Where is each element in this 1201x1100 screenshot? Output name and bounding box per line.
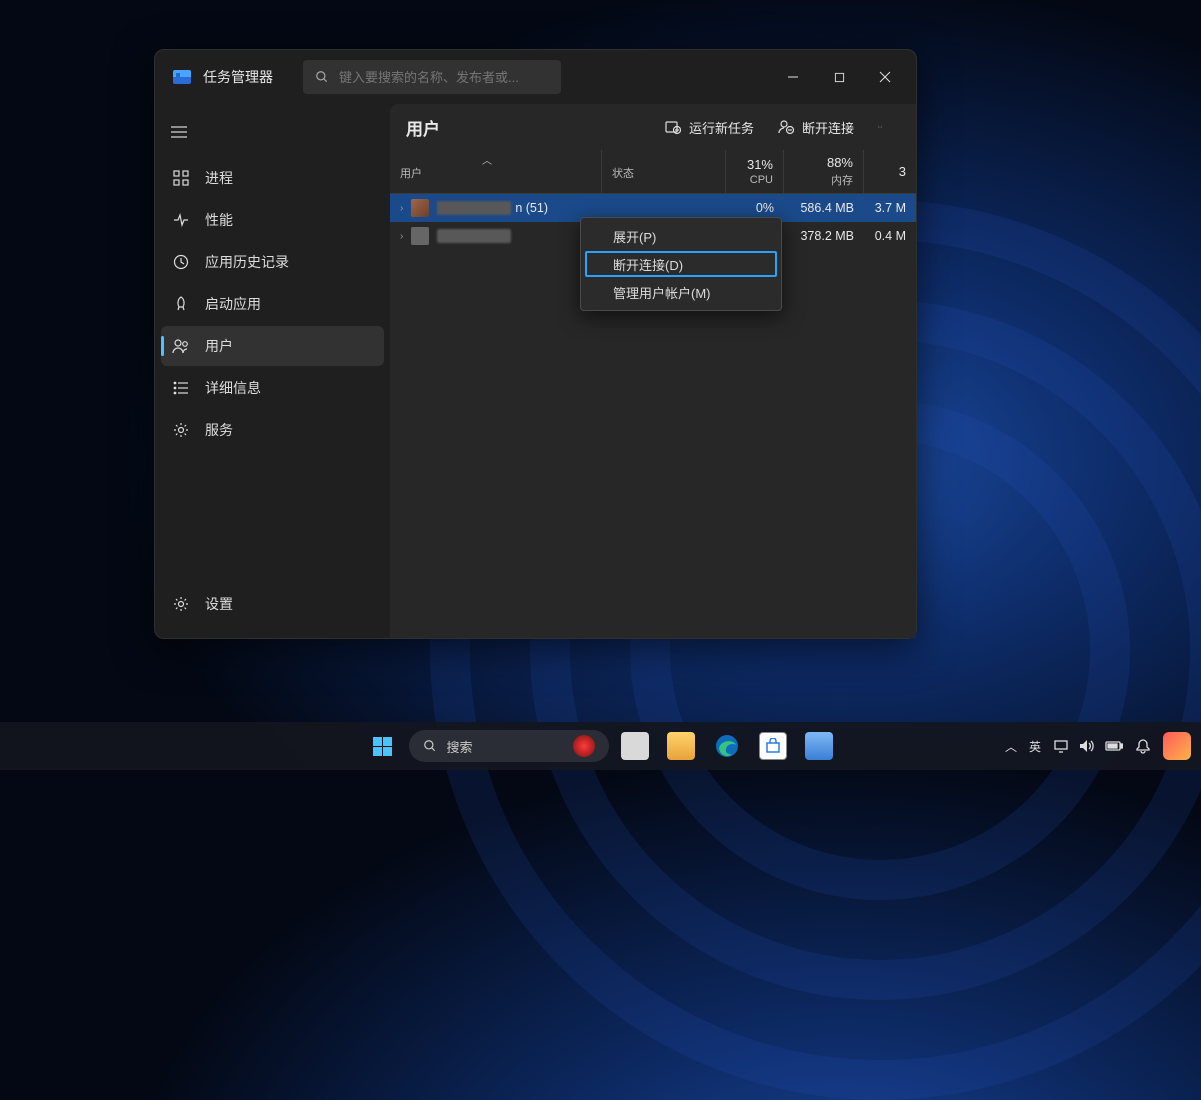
column-user[interactable]: 用户 [390, 150, 602, 193]
taskbar-search[interactable]: 搜索 [409, 730, 609, 762]
notification-badge[interactable] [1163, 732, 1191, 760]
search-input[interactable] [339, 70, 549, 85]
sidebar-item-label: 服务 [205, 420, 233, 440]
hamburger-icon [171, 126, 187, 138]
column-memory[interactable]: 88% 内存 [784, 150, 864, 193]
chevron-right-icon[interactable]: › [400, 231, 403, 242]
disconnect-button[interactable]: 断开连接 [768, 112, 864, 143]
taskbar-app-taskmanager[interactable] [799, 726, 839, 766]
notifications-icon[interactable] [1135, 738, 1151, 754]
search-icon [315, 70, 329, 84]
username-redacted [437, 201, 511, 215]
column-cpu[interactable]: 31% CPU [726, 150, 784, 193]
network-icon[interactable] [1053, 739, 1069, 753]
avatar [411, 199, 429, 217]
menu-item-expand[interactable]: 展开(P) [581, 222, 781, 250]
search-icon [423, 739, 437, 753]
close-button[interactable] [862, 61, 908, 93]
titlebar: 任务管理器 [155, 50, 916, 104]
sidebar-item-users[interactable]: 用户 [161, 326, 384, 366]
list-icon [173, 381, 189, 395]
sidebar-item-label: 启动应用 [205, 294, 261, 314]
sidebar: 进程 性能 应用历史记录 启动应用 用户 详细信息 [155, 104, 390, 638]
table-header: ︿ 用户 状态 31% CPU 88% 内存 3 [390, 150, 916, 194]
taskbar-app-explorer[interactable] [661, 726, 701, 766]
sidebar-item-app-history[interactable]: 应用历史记录 [161, 242, 384, 282]
system-tray: ︿ 英 [1005, 732, 1191, 760]
rocket-icon [173, 296, 189, 312]
taskbar-app-taskview[interactable] [615, 726, 655, 766]
disconnect-icon [778, 119, 794, 135]
sidebar-item-services[interactable]: 服务 [161, 410, 384, 450]
chevron-right-icon[interactable]: › [400, 203, 403, 214]
context-menu: 展开(P) 断开连接(D) 管理用户帐户(M) [580, 217, 782, 311]
sidebar-item-label: 详细信息 [205, 378, 261, 398]
grid-icon [173, 170, 189, 186]
minimize-button[interactable] [770, 61, 816, 93]
more-icon [878, 125, 882, 129]
content-pane: 用户 运行新任务 断开连接 ︿ 用户 状态 [390, 104, 916, 638]
history-icon [173, 254, 189, 270]
more-button[interactable] [868, 119, 900, 135]
search-highlight-icon [573, 735, 595, 757]
volume-icon[interactable] [1079, 739, 1095, 753]
sidebar-item-performance[interactable]: 性能 [161, 200, 384, 240]
hamburger-button[interactable] [161, 112, 384, 152]
column-partial[interactable]: 3 [864, 150, 916, 193]
taskbar-app-edge[interactable] [707, 726, 747, 766]
app-icon [173, 70, 191, 84]
task-manager-window: 任务管理器 进程 性能 应用历史记录 [154, 49, 917, 639]
start-button[interactable] [363, 726, 403, 766]
column-status[interactable]: 状态 [602, 150, 726, 193]
sidebar-item-processes[interactable]: 进程 [161, 158, 384, 198]
sidebar-item-startup[interactable]: 启动应用 [161, 284, 384, 324]
sidebar-item-label: 进程 [205, 168, 233, 188]
windows-logo-icon [373, 737, 392, 756]
run-new-task-button[interactable]: 运行新任务 [655, 112, 764, 143]
menu-item-disconnect[interactable]: 断开连接(D) [585, 251, 777, 277]
maximize-button[interactable] [816, 61, 862, 93]
sidebar-item-label: 设置 [205, 594, 233, 614]
page-title: 用户 [406, 115, 651, 140]
battery-icon[interactable] [1105, 740, 1123, 752]
taskbar: 搜索 ︿ 英 [0, 722, 1201, 770]
sidebar-item-settings[interactable]: 设置 [161, 584, 384, 624]
app-title: 任务管理器 [203, 67, 273, 87]
menu-item-manage-account[interactable]: 管理用户帐户(M) [581, 278, 781, 306]
ime-indicator[interactable]: 英 [1029, 738, 1041, 755]
search-box[interactable] [303, 60, 561, 94]
settings-icon [173, 596, 189, 612]
gear-icon [173, 422, 189, 438]
taskbar-app-store[interactable] [753, 726, 793, 766]
avatar [411, 227, 429, 245]
sidebar-item-label: 性能 [205, 210, 233, 230]
run-task-icon [665, 119, 681, 135]
pulse-icon [173, 212, 189, 228]
username-redacted [437, 229, 511, 243]
sort-indicator-icon: ︿ [482, 152, 492, 167]
sidebar-item-details[interactable]: 详细信息 [161, 368, 384, 408]
sidebar-item-label: 用户 [205, 336, 233, 356]
sidebar-item-label: 应用历史记录 [205, 252, 289, 272]
users-icon [172, 338, 190, 354]
tray-chevron-icon[interactable]: ︿ [1005, 738, 1017, 755]
